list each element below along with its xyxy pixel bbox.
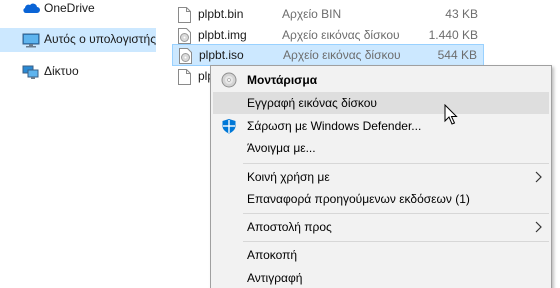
menu-item-label: Εγγραφή εικόνας δίσκου <box>247 96 377 110</box>
disc-mount-icon <box>221 72 237 88</box>
file-type: Αρχείο εικόνας δίσκου <box>283 48 401 62</box>
navigation-pane: OneDrive Αυτός ο υπολογιστής Δίκτυο <box>0 0 156 288</box>
file-type: Αρχείο εικόνας δίσκου <box>282 28 400 42</box>
file-name: plpbt.bin <box>198 7 244 21</box>
nav-item-label: OneDrive <box>44 1 95 15</box>
file-icon <box>178 69 191 85</box>
menu-item-label: Σάρωση με Windows Defender... <box>247 119 422 133</box>
file-size: 544 KB <box>437 48 477 62</box>
context-menu: Μοντάρισμα Εγγραφή εικόνας δίσκου Σάρωση… <box>210 65 552 288</box>
menu-item-label: Άνοιγμα με... <box>247 141 316 155</box>
menu-item-label: Αποκοπή <box>247 248 298 262</box>
menu-separator <box>243 241 549 242</box>
menu-item-cut[interactable]: Αποκοπή <box>213 244 549 266</box>
menu-item-copy[interactable]: Αντιγραφή <box>213 267 549 288</box>
menu-item-scan-windows-defender[interactable]: Σάρωση με Windows Defender... <box>213 115 549 137</box>
chevron-right-icon <box>535 171 542 183</box>
file-row-plpbt-bin[interactable]: plpbt.bin Αρχείο BIN 43 KB <box>172 4 484 26</box>
menu-item-burn-disc-image[interactable]: Εγγραφή εικόνας δίσκου <box>213 92 549 114</box>
windows-defender-icon <box>222 119 236 134</box>
menu-item-mount[interactable]: Μοντάρισμα <box>213 69 549 91</box>
mouse-cursor-icon <box>444 104 458 125</box>
disc-image-file-icon <box>178 28 191 44</box>
nav-item-this-pc[interactable]: Αυτός ο υπολογιστής <box>0 28 156 52</box>
nav-item-onedrive[interactable]: OneDrive <box>0 0 156 21</box>
nav-item-label: Δίκτυο <box>44 64 79 78</box>
menu-separator <box>243 213 549 214</box>
menu-item-restore-previous-versions[interactable]: Επαναφορά προηγούμενων εκδόσεων (1) <box>213 188 549 210</box>
menu-item-label: Επαναφορά προηγούμενων εκδόσεων (1) <box>247 192 470 206</box>
menu-item-label: Αποστολή προς <box>247 220 332 234</box>
menu-item-label: Κοινή χρήση με <box>247 170 330 184</box>
menu-item-label: Αντιγραφή <box>247 271 303 285</box>
file-size: 1.440 KB <box>428 28 478 42</box>
file-type: Αρχείο BIN <box>282 7 342 21</box>
file-name: plpbt.iso <box>199 48 244 62</box>
nav-item-network[interactable]: Δίκτυο <box>0 60 156 84</box>
file-row-plpbt-iso[interactable]: plpbt.iso Αρχείο εικόνας δίσκου 544 KB <box>172 44 484 66</box>
file-name: plpbt.img <box>198 28 247 42</box>
file-icon <box>178 7 191 23</box>
nav-item-label: Αυτός ο υπολογιστής <box>44 32 156 46</box>
onedrive-cloud-icon <box>23 3 40 13</box>
computer-icon <box>22 33 40 48</box>
menu-item-open-with[interactable]: Άνοιγμα με... <box>213 137 549 159</box>
disc-image-file-icon <box>179 48 192 64</box>
file-size: 43 KB <box>445 7 478 21</box>
chevron-right-icon <box>535 221 542 233</box>
menu-item-share-with[interactable]: Κοινή χρήση με <box>213 166 549 188</box>
menu-separator <box>243 163 549 164</box>
menu-item-label: Μοντάρισμα <box>247 73 318 87</box>
network-icon <box>22 65 39 79</box>
menu-item-send-to[interactable]: Αποστολή προς <box>213 216 549 238</box>
